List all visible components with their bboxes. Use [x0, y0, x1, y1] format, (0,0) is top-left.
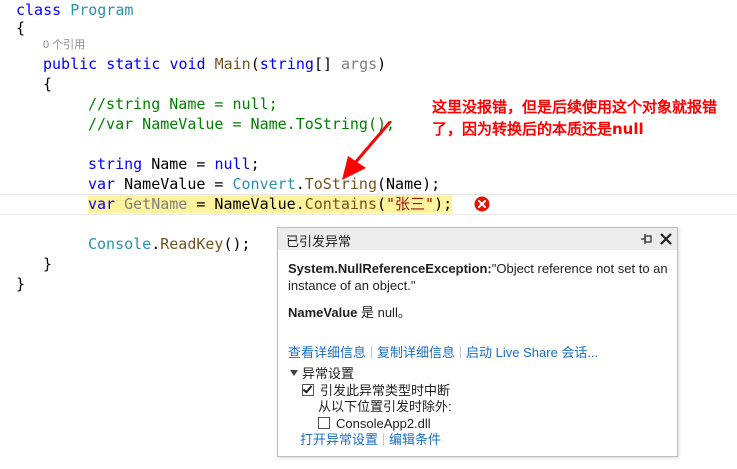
close-icon[interactable] — [659, 232, 673, 246]
live-share-link[interactable]: 启动 Live Share 会话... — [466, 345, 598, 360]
paren: ) — [377, 55, 387, 73]
checkbox-label: 引发此异常类型时中断 — [320, 383, 451, 398]
keyword: void — [169, 55, 206, 73]
copy-details-link[interactable]: 复制详细信息 — [377, 345, 455, 360]
variable-name: GetName — [124, 195, 188, 213]
reference-count-codelens[interactable]: 0 个引用 — [43, 37, 85, 53]
keyword: static — [106, 55, 161, 73]
code-line-1[interactable]: class Program — [16, 0, 133, 20]
method-name: ReadKey — [160, 235, 224, 253]
break-when-thrown-checkbox[interactable] — [302, 384, 314, 396]
keyword: string — [88, 155, 143, 173]
open-exception-settings-link[interactable]: 打开异常设置 — [300, 432, 378, 447]
class-name: Convert — [232, 175, 296, 193]
module-checkbox[interactable] — [318, 417, 330, 429]
edit-conditions-link[interactable]: 编辑条件 — [389, 432, 441, 447]
code-line-2[interactable]: { — [16, 18, 25, 38]
code-text: . — [295, 175, 305, 193]
settings-links: 打开异常设置 编辑条件 — [300, 431, 441, 448]
code-line-string-decl[interactable]: string Name = null; — [88, 154, 260, 174]
popup-action-links: 查看详细信息 复制详细信息 启动 Live Share 会话... — [288, 344, 598, 361]
null-variable-message: NameValue 是 null。 — [288, 304, 411, 321]
link-separator — [460, 346, 462, 359]
class-name: Program — [70, 1, 134, 19]
code-line-close-brace-inner[interactable]: } — [43, 254, 52, 274]
collapse-triangle-icon[interactable] — [290, 370, 298, 376]
exception-description: System.NullReferenceException:"Object re… — [288, 260, 668, 294]
code-text: Name = — [142, 155, 215, 173]
method-name: Main — [214, 55, 251, 73]
exception-type: System.NullReferenceException: — [288, 261, 492, 276]
keyword: null — [214, 155, 251, 173]
error-icon[interactable] — [473, 195, 491, 213]
code-text: . — [151, 235, 161, 253]
annotation-note: 这里没报错，但是后续使用这个对象就报错了，因为转换后的本质还是null — [432, 98, 718, 138]
class-name: Console — [88, 235, 152, 253]
exception-settings-header[interactable]: 异常设置 — [290, 365, 354, 382]
break-when-thrown-option[interactable]: 引发此异常类型时中断 — [302, 382, 450, 399]
keyword: class — [16, 1, 62, 19]
keyword: string — [259, 55, 314, 73]
string-literal: "张三" — [386, 195, 435, 213]
view-details-link[interactable]: 查看详细信息 — [288, 345, 366, 360]
code-line-main-signature[interactable]: public static void Main(string[] args) — [43, 54, 386, 74]
except-when-from-label: 从以下位置引发时除外: — [318, 399, 452, 414]
annotation-arrow-icon — [342, 121, 392, 180]
exception-settings-title: 异常设置 — [302, 366, 355, 381]
popup-title: 已引发异常 — [286, 234, 352, 249]
code-text: NameValue = — [115, 175, 233, 193]
method-name: Contains — [304, 195, 377, 213]
code-text: = NameValue. — [187, 195, 305, 213]
code-text: ; — [250, 155, 260, 173]
array-brackets: [] — [313, 55, 342, 73]
code-line-exception[interactable]: var GetName = NameValue.Contains("张三"); — [88, 194, 453, 214]
module-name: ConsoleApp2.dll — [336, 416, 431, 431]
pin-icon[interactable] — [640, 233, 654, 245]
keyword: public — [43, 55, 98, 73]
module-exclusion-option[interactable]: ConsoleApp2.dll — [318, 415, 431, 432]
paren: ( — [377, 195, 387, 213]
code-text: ); — [434, 195, 453, 213]
popup-header[interactable]: 已引发异常 — [278, 228, 677, 250]
keyword: var — [88, 195, 116, 213]
null-text: 是 null。 — [357, 305, 411, 320]
exception-helper-popup[interactable]: 已引发异常 System.NullReferenceException:"Obj… — [277, 227, 678, 457]
code-line-open-brace[interactable]: { — [43, 74, 52, 94]
link-separator — [371, 346, 373, 359]
code-text: (); — [223, 235, 251, 253]
keyword: var — [88, 175, 116, 193]
paren: ( — [250, 55, 260, 73]
code-line-close-brace-outer[interactable]: } — [16, 274, 25, 294]
link-separator — [383, 433, 385, 446]
code-line-comment-1[interactable]: //string Name = null; — [88, 94, 278, 114]
code-line-readkey[interactable]: Console.ReadKey(); — [88, 234, 251, 254]
null-variable-name: NameValue — [288, 305, 358, 320]
parameter-name: args — [341, 55, 378, 73]
